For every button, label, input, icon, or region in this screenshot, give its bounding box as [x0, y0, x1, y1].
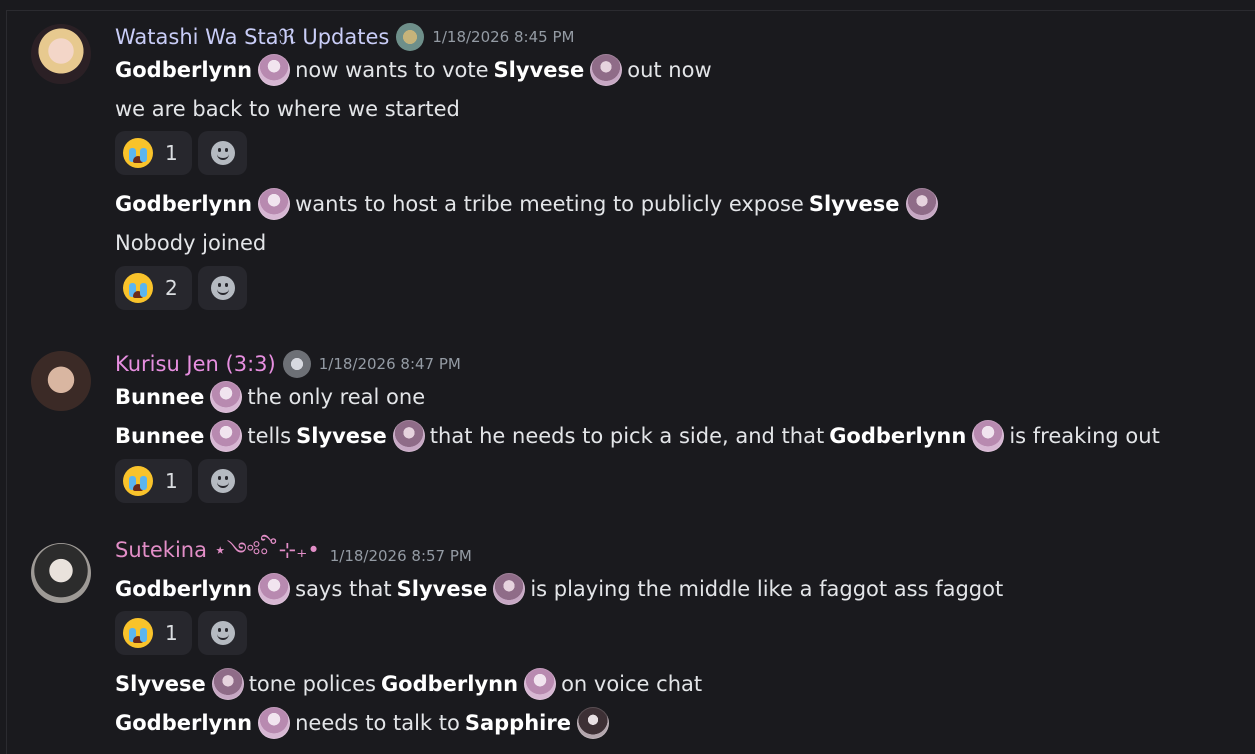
mention-name[interactable]: Godberlynn [829, 424, 966, 448]
user-avatar-icon [258, 573, 291, 605]
role-badge-icon [396, 23, 425, 51]
mention-name[interactable]: Slyvese [115, 672, 206, 696]
message-text: tells [247, 424, 292, 448]
mention-name[interactable]: Sapphire [465, 711, 571, 735]
message-text: now wants to vote [295, 58, 489, 82]
message-line: we are back to where we started [115, 92, 460, 126]
smiley-icon [210, 141, 235, 165]
mention-name[interactable]: Godberlynn [115, 577, 252, 601]
mention-name[interactable]: Godberlynn [115, 711, 252, 735]
reaction-count: 1 [165, 621, 178, 645]
message-line: Bunnee the only real one [115, 380, 430, 414]
user-avatar-icon [905, 188, 938, 220]
message-line: Godberlynn wants to host a tribe meeting… [115, 187, 938, 221]
timestamp: 1/18/2026 8:57 PM [329, 547, 472, 565]
reaction-button[interactable]: 1 [115, 611, 192, 655]
message-text: Nobody joined [115, 231, 267, 255]
user-avatar-icon [576, 707, 609, 739]
mention-name[interactable]: Godberlynn [115, 58, 252, 82]
add-reaction-button[interactable] [198, 131, 247, 175]
crying-face-icon [123, 466, 153, 496]
add-reaction-button[interactable] [198, 611, 247, 655]
mention-name[interactable]: Slyvese [809, 192, 900, 216]
user-avatar-icon [258, 707, 291, 739]
user-avatar-icon [590, 54, 623, 86]
smiley-icon [210, 621, 235, 645]
mention-name[interactable]: Bunnee [115, 424, 204, 448]
reaction-count: 1 [165, 469, 178, 493]
message-text: the only real one [247, 385, 426, 409]
user-avatar-icon [972, 420, 1005, 452]
user-avatar-icon [211, 668, 244, 700]
message-text: wants to host a tribe meeting to publicl… [295, 192, 804, 216]
message-line: Nobody joined [115, 226, 266, 260]
crying-face-icon [123, 618, 153, 648]
author-name[interactable]: Kurisu Jen (3:3) [115, 352, 276, 376]
message-text: on voice chat [561, 672, 703, 696]
timestamp: 1/18/2026 8:45 PM [432, 28, 575, 46]
mention-name[interactable]: Godberlynn [381, 672, 518, 696]
mention-name[interactable]: Bunnee [115, 385, 204, 409]
avatar[interactable] [31, 351, 91, 411]
message-line: Godberlynn now wants to vote Slyvese out… [115, 53, 717, 87]
mention-name[interactable]: Slyvese [494, 58, 585, 82]
user-avatar-icon [210, 420, 243, 452]
reaction-button[interactable]: 1 [115, 459, 192, 503]
crying-face-icon [123, 273, 153, 303]
message-text: needs to talk to [295, 711, 460, 735]
reaction-bar: 1 [115, 131, 247, 175]
mention-name[interactable]: Slyvese [397, 577, 488, 601]
message-text: out now [627, 58, 712, 82]
avatar[interactable] [31, 543, 91, 603]
user-avatar-icon [258, 188, 291, 220]
reaction-bar: 2 [115, 266, 247, 310]
add-reaction-button[interactable] [198, 266, 247, 310]
role-badge-icon [282, 350, 311, 378]
reaction-button[interactable]: 2 [115, 266, 192, 310]
user-avatar-icon [493, 573, 526, 605]
message-line: Godberlynn says that Slyvese is playing … [115, 572, 1008, 606]
message-header: Watashi Wa Staℜ Updates 1/18/2026 8:45 P… [115, 23, 575, 51]
message-line: Slyvese tone polices Godberlynn on voice… [115, 667, 707, 701]
message-text: that he needs to pick a side, and that [429, 424, 825, 448]
message-text: we are back to where we started [115, 97, 460, 121]
mention-name[interactable]: Slyvese [296, 424, 387, 448]
user-avatar-icon [210, 381, 243, 413]
left-divider [6, 10, 7, 754]
author-name[interactable]: Watashi Wa Staℜ Updates [115, 25, 389, 49]
message-header: Sutekina ⋆༺ི༚˚⊹₊• 1/18/2026 8:57 PM [115, 538, 472, 569]
reaction-button[interactable]: 1 [115, 131, 192, 175]
smiley-icon [210, 469, 235, 493]
reaction-count: 1 [165, 141, 178, 165]
mention-name[interactable]: Godberlynn [115, 192, 252, 216]
avatar[interactable] [31, 24, 91, 84]
top-divider [6, 10, 1255, 11]
message-text: is playing the middle like a faggot ass … [530, 577, 1004, 601]
message-header: Kurisu Jen (3:3) 1/18/2026 8:47 PM [115, 350, 461, 378]
user-avatar-icon [524, 668, 557, 700]
crying-face-icon [123, 138, 153, 168]
reaction-bar: 1 [115, 611, 247, 655]
reaction-bar: 1 [115, 459, 247, 503]
smiley-icon [210, 276, 235, 300]
user-avatar-icon [392, 420, 425, 452]
message-text: says that [295, 577, 392, 601]
message-line: Bunnee tells Slyvese that he needs to pi… [115, 419, 1165, 453]
message-line: Godberlynn needs to talk to Sapphire [115, 706, 609, 740]
message-text: is freaking out [1009, 424, 1160, 448]
timestamp: 1/18/2026 8:47 PM [318, 355, 461, 373]
message-text: tone polices [248, 672, 376, 696]
user-avatar-icon [258, 54, 291, 86]
add-reaction-button[interactable] [198, 459, 247, 503]
reaction-count: 2 [165, 276, 178, 300]
